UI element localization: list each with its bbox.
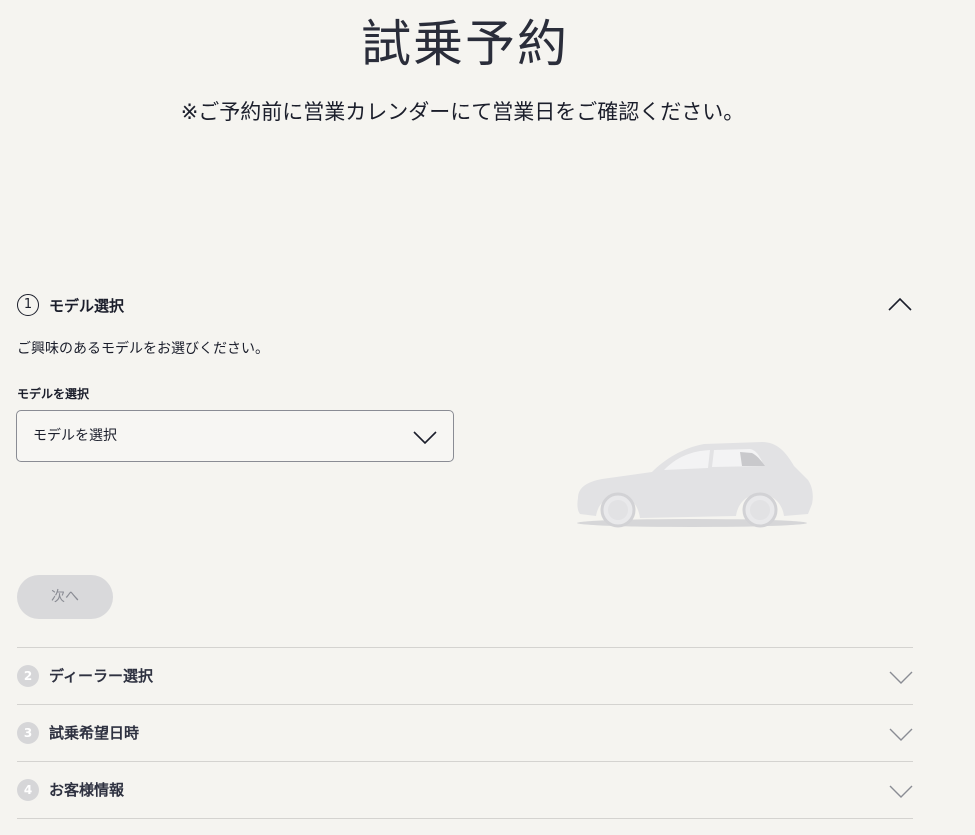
step-3-title: 試乗希望日時: [49, 724, 140, 742]
divider: [17, 647, 913, 648]
page-title: 試乗予約: [361, 15, 569, 73]
test-drive-page: 試乗予約 ※ご予約前に営業カレンダーにて営業日をご確認ください。 1 モデル選択…: [0, 0, 975, 835]
chevron-down-icon: [413, 431, 437, 445]
step-3-header[interactable]: 3 試乗希望日時: [17, 720, 913, 746]
divider: [17, 704, 913, 705]
step-1-header[interactable]: 1 モデル選択: [17, 293, 913, 319]
step-2-title: ディーラー選択: [49, 667, 153, 685]
model-select-dropdown[interactable]: モデルを選択: [16, 410, 454, 462]
chevron-down-icon[interactable]: [889, 726, 913, 742]
chevron-down-icon[interactable]: [889, 669, 913, 685]
model-select-label: モデルを選択: [17, 387, 90, 401]
step-4-header[interactable]: 4 お客様情報: [17, 777, 913, 803]
step-2-header[interactable]: 2 ディーラー選択: [17, 663, 913, 689]
next-button[interactable]: 次へ: [17, 575, 113, 619]
step-4-number: 4: [17, 779, 39, 801]
business-calendar-notice: ※ご予約前に営業カレンダーにて営業日をご確認ください。: [180, 100, 745, 124]
step-4-title: お客様情報: [49, 781, 125, 799]
step-1-number: 1: [17, 294, 39, 316]
step-2-number: 2: [17, 665, 39, 687]
step-3-number: 3: [17, 722, 39, 744]
chevron-down-icon[interactable]: [889, 783, 913, 799]
model-select-value: モデルを選択: [33, 428, 117, 444]
car-silhouette-icon: [577, 442, 813, 528]
divider: [17, 761, 913, 762]
divider: [17, 818, 913, 819]
chevron-up-icon[interactable]: [887, 293, 913, 317]
step-1-lead-text: ご興味のあるモデルをお選びください。: [17, 341, 269, 357]
step-1-title: モデル選択: [49, 297, 125, 315]
